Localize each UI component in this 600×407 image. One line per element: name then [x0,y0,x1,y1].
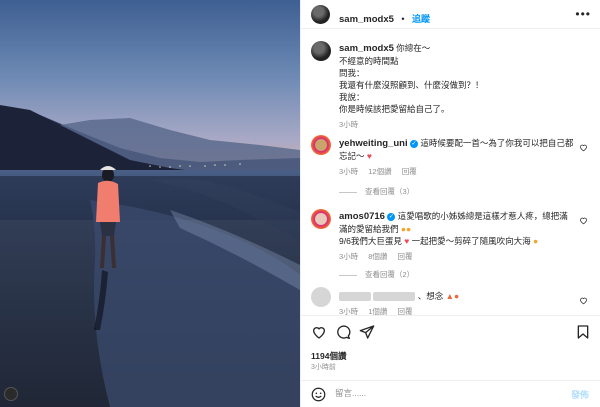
post-comment-button[interactable]: 發佈 [571,388,589,401]
emoji-icon: ▲● [445,291,460,301]
like-comment-heart-icon[interactable] [579,216,588,225]
comment-likes[interactable]: 12個讚 [368,167,391,176]
caption-line: 你是時候該把愛留給自己了。 [339,104,450,114]
commenter-avatar[interactable] [311,135,331,155]
caption: sam_modx5 你總在～ 不經意的時間點 問我： 我還有什麼沒照顧到、什麼沒… [339,42,589,130]
comment-username[interactable]: amos0716 [339,211,385,222]
comment: 、想念 ▲● 3小時 1個讚 回覆 [339,290,579,317]
caption-line: 我還有什麼沒照顧到、什麼沒做到？！ [339,80,484,90]
heart-emoji-icon: ♥ [404,236,410,246]
post-header: sam_modx5 • 追蹤 ••• [301,0,600,29]
like-comment-heart-icon[interactable] [579,296,588,305]
emoji-picker-icon[interactable] [311,387,326,402]
likes-count[interactable]: 1194個讚 [311,350,346,362]
comment-text-line: 忘記～ [339,151,365,161]
face-emoji-icon: ●● [400,224,412,234]
obscured-username [339,292,371,302]
like-comment-heart-icon[interactable] [579,143,588,152]
caption-time: 3小時 [339,120,359,129]
heart-emoji-icon: ♥ [366,151,372,161]
more-options-icon[interactable]: ••• [575,7,591,21]
comment-username[interactable]: yehweiting_uni [339,138,408,149]
add-comment-bar: 發佈 [301,380,600,407]
comment-time: 3小時 [339,167,359,176]
commenter-avatar[interactable] [311,209,331,229]
obscured-avatar [311,287,331,307]
comment-text-line: 滿的愛留給我們 [339,224,399,234]
obscured-text [373,292,416,302]
account-icon[interactable] [4,387,18,401]
reply-button[interactable]: 回覆 [398,252,413,261]
post-side-panel: sam_modx5 • 追蹤 ••• sam_modx5 你總在～ 不經意的時間… [300,0,600,407]
comment-text-line: 、想念 [417,291,444,301]
share-send-icon[interactable] [359,324,375,340]
caption-username[interactable]: sam_modx5 [339,43,394,54]
like-heart-icon[interactable] [311,324,327,340]
comment-bubble-icon[interactable] [335,324,351,340]
instagram-post-modal: sam_modx5 • 追蹤 ••• sam_modx5 你總在～ 不經意的時間… [0,0,600,407]
owner-username[interactable]: sam_modx5 [339,14,394,25]
comment-text-line: 這愛唱歌的小姊姊總是這樣才惹人疼，總把滿 [397,211,568,221]
comment-text-line: 這時候要配一首～為了你我可以把自己都 [420,138,574,148]
comment: amos0716 ✓ 這愛唱歌的小姊姊總是這樣才惹人疼，總把滿 滿的愛留給我們 … [339,210,579,262]
caption-line: 你總在～ [396,43,431,53]
comment: yehweiting_uni ✓ 這時候要配一首～為了你我可以把自己都 忘記～ … [339,137,575,177]
post-time: 3小時前 [311,364,336,371]
post-actions: 1194個讚 3小時前 發佈 [301,315,600,407]
post-photo[interactable] [0,0,300,407]
save-bookmark-icon[interactable] [575,324,591,340]
caption-line: 問我： [339,68,365,78]
caption-avatar[interactable] [311,41,331,61]
comment-text-line: 9/6我們大巨蛋見 [339,236,402,246]
comment-input[interactable] [335,388,535,398]
owner-avatar[interactable] [311,5,330,24]
beach-sunset-image [0,0,300,407]
comment-time: 3小時 [339,252,359,261]
follow-button[interactable]: 追蹤 [412,14,430,24]
view-replies-button[interactable]: 查看回覆（2） [339,269,414,280]
caption-line: 我說： [339,92,365,102]
comment-likes[interactable]: 8個讚 [368,252,387,261]
comment-text-line: 一起把愛～剪碎了隨風吹向大海 [411,236,531,246]
verified-badge-icon: ✓ [410,139,418,148]
reply-button[interactable]: 回覆 [402,167,417,176]
caption-line: 不經意的時間點 [339,56,399,66]
face-emoji-icon: ● [533,236,539,246]
view-replies-button[interactable]: 查看回覆（3） [339,186,414,197]
verified-badge-icon: ✓ [387,212,396,221]
